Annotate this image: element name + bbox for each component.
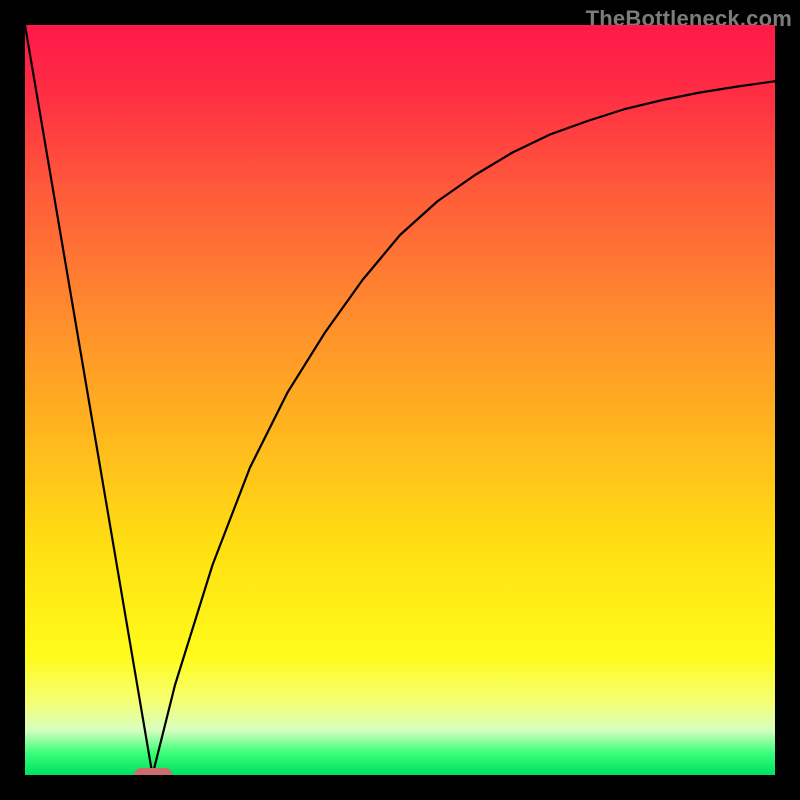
bottleneck-curve — [25, 25, 775, 775]
curve-path — [25, 25, 775, 775]
plot-area — [25, 25, 775, 775]
chart-container: TheBottleneck.com — [0, 0, 800, 800]
optimal-marker — [134, 768, 172, 775]
